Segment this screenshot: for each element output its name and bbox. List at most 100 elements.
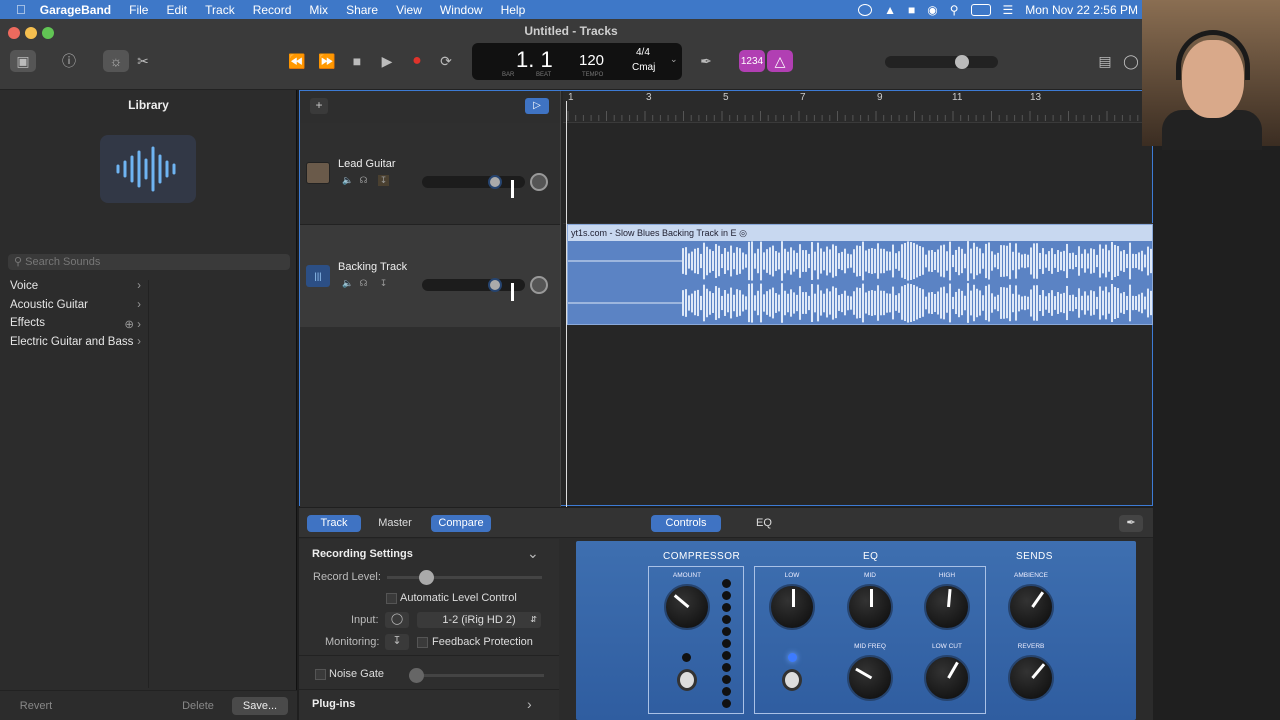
count-in-button[interactable]: 1234 <box>739 50 765 72</box>
timeline-ruler[interactable]: 1 3 5 7 9 11 13 <box>563 91 1153 123</box>
menu-edit[interactable]: Edit <box>166 3 187 17</box>
library-item-voice[interactable]: Voice › <box>10 280 145 292</box>
menu-track[interactable]: Track <box>205 3 235 17</box>
track-header-lead-guitar[interactable]: Lead Guitar 🔈 ☊ ↧ <box>300 123 560 225</box>
menu-app-name[interactable]: GarageBand <box>40 3 111 17</box>
amount-knob[interactable] <box>664 584 710 630</box>
lane-lead-guitar[interactable] <box>563 123 1153 224</box>
battery-icon[interactable] <box>970 3 991 16</box>
status-icon[interactable] <box>858 3 873 16</box>
track-volume-slider[interactable] <box>422 175 525 198</box>
menu-file[interactable]: File <box>129 3 148 17</box>
mid-freq-knob[interactable] <box>847 655 893 701</box>
pan-knob[interactable] <box>530 173 548 191</box>
pan-knob[interactable] <box>530 276 548 294</box>
scissors-icon[interactable]: ✂ <box>130 50 156 72</box>
wrench-icon[interactable]: ✒ <box>1119 515 1143 532</box>
notepad-icon[interactable]: ▤ <box>1092 50 1118 72</box>
track-header-backing-track[interactable]: ||| Backing Track 🔈 ☊ ↧ <box>300 225 560 327</box>
low-cut-knob[interactable] <box>924 655 970 701</box>
high-knob[interactable] <box>924 584 970 630</box>
metronome-button[interactable]: △ <box>767 50 793 72</box>
library-button[interactable]: ▣ <box>10 50 36 72</box>
track-name[interactable]: Lead Guitar <box>338 158 395 170</box>
waveform-icon <box>100 135 196 203</box>
mute-icon[interactable]: 🔈 <box>342 278 353 289</box>
catch-playhead-button[interactable]: ▷ <box>525 98 549 114</box>
input-select[interactable]: 1-2 (iRig HD 2) ⇵ <box>417 612 541 628</box>
headphones-icon[interactable]: ☊ <box>358 278 369 289</box>
volume-knob[interactable] <box>488 278 514 301</box>
feedback-checkbox[interactable] <box>417 637 428 648</box>
lcd-chevron-icon[interactable]: ⌄ <box>670 54 678 65</box>
amp-icon <box>306 162 330 184</box>
control-center-icon[interactable]: ☰ <box>1003 3 1014 17</box>
reverb-knob[interactable] <box>1008 655 1054 701</box>
status-app-icon[interactable]: ■ <box>908 3 915 17</box>
track-name[interactable]: Backing Track <box>338 261 407 273</box>
tab-master[interactable]: Master <box>367 515 423 532</box>
tuner-icon[interactable]: ✒ <box>693 50 719 72</box>
revert-button[interactable]: Revert <box>10 697 62 715</box>
master-volume-slider[interactable] <box>885 55 998 69</box>
chevron-down-icon[interactable]: ⌄ <box>527 545 539 562</box>
master-volume-knob[interactable] <box>955 55 969 69</box>
plugins-title[interactable]: Plug-ins <box>312 698 355 710</box>
menu-record[interactable]: Record <box>253 3 292 17</box>
low-knob[interactable] <box>769 584 815 630</box>
noise-gate-checkbox[interactable] <box>315 669 326 680</box>
record-enable-icon[interactable]: ↧ <box>378 175 389 186</box>
track-volume-slider[interactable] <box>422 278 525 301</box>
wifi-icon[interactable]: ◉ <box>927 3 937 17</box>
record-button[interactable]: ● <box>404 50 430 72</box>
playhead[interactable] <box>566 101 567 507</box>
eq-toggle[interactable] <box>782 669 802 691</box>
mute-icon[interactable]: 🔈 <box>342 175 353 186</box>
stop-button[interactable]: ■ <box>344 50 370 72</box>
record-level-knob[interactable] <box>419 570 434 585</box>
noise-gate-slider[interactable] <box>409 668 544 683</box>
delete-button[interactable]: Delete <box>172 697 224 715</box>
input-stereo-button[interactable]: ◯ <box>385 612 409 628</box>
save-button[interactable]: Save... <box>232 697 288 715</box>
menu-help[interactable]: Help <box>501 3 526 17</box>
mid-knob[interactable] <box>847 584 893 630</box>
ambience-knob[interactable] <box>1008 584 1054 630</box>
record-enable-icon[interactable]: ↧ <box>378 278 389 289</box>
menu-share[interactable]: Share <box>346 3 378 17</box>
tab-controls[interactable]: Controls <box>651 515 721 532</box>
help-icon[interactable]: ⓘ <box>56 50 82 72</box>
search-icon[interactable]: ⚲ <box>950 3 959 17</box>
vlc-icon[interactable]: ▲ <box>884 3 896 17</box>
monitoring-button[interactable]: ↧ <box>385 634 409 650</box>
smart-controls-button[interactable]: ☼ <box>103 50 129 72</box>
library-item-effects[interactable]: Effects ⊕ › <box>10 317 145 331</box>
library-item-acoustic-guitar[interactable]: Acoustic Guitar › <box>10 299 145 311</box>
alc-checkbox[interactable] <box>386 593 397 604</box>
volume-knob[interactable] <box>488 175 514 198</box>
menu-view[interactable]: View <box>396 3 422 17</box>
tab-compare[interactable]: Compare <box>431 515 491 532</box>
region-header[interactable]: yt1s.com - Slow Blues Backing Track in E… <box>568 225 1152 241</box>
rewind-button[interactable]: ⏪ <box>284 50 310 72</box>
library-item-electric-guitar[interactable]: Electric Guitar and Bass › <box>10 336 145 348</box>
lcd-display[interactable]: 1. 1 BAR BEAT 120 TEMPO 4/4 Cmaj ⌄ <box>472 43 682 80</box>
apple-icon[interactable]:  <box>16 2 26 17</box>
noise-gate-knob[interactable] <box>409 668 424 683</box>
compressor-toggle[interactable] <box>677 669 697 691</box>
tab-eq[interactable]: EQ <box>729 515 799 532</box>
loops-icon[interactable]: ◯ <box>1118 50 1144 72</box>
play-button[interactable]: ▶ <box>374 50 400 72</box>
cycle-button[interactable]: ⟳ <box>433 50 459 72</box>
add-track-button[interactable]: + <box>310 98 328 114</box>
record-level-slider[interactable] <box>387 570 542 585</box>
tab-track[interactable]: Track <box>307 515 361 532</box>
chevron-right-icon[interactable]: › <box>527 696 532 712</box>
menu-window[interactable]: Window <box>440 3 483 17</box>
fast-forward-button[interactable]: ⏩ <box>314 50 340 72</box>
menu-clock[interactable]: Mon Nov 22 2:56 PM <box>1025 3 1138 17</box>
search-sounds-input[interactable]: ⚲ Search Sounds <box>8 254 290 270</box>
audio-region[interactable]: yt1s.com - Slow Blues Backing Track in E… <box>567 224 1153 325</box>
menu-mix[interactable]: Mix <box>309 3 328 17</box>
headphones-icon[interactable]: ☊ <box>358 175 369 186</box>
